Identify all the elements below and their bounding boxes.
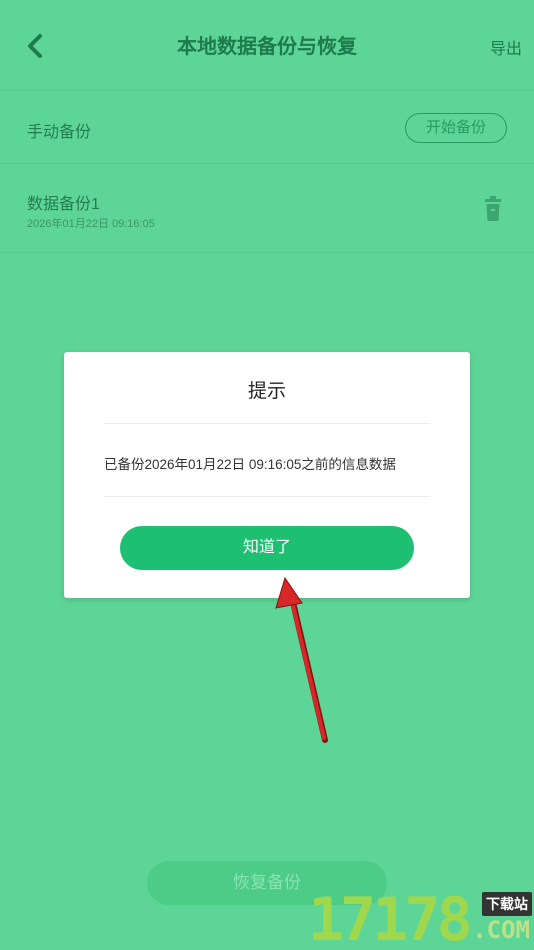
export-button[interactable]: 导出 — [490, 35, 522, 59]
dialog-confirm-button[interactable]: 知道了 — [120, 526, 414, 570]
backup-time: 2026年01月22日 09:16:05 — [27, 218, 155, 230]
divider — [104, 496, 430, 497]
dialog-title: 提示 — [247, 381, 286, 402]
list-item[interactable]: 数据备份1 2026年01月22日 09:16:05 — [0, 164, 534, 252]
watermark-suffix: .COM — [472, 916, 530, 944]
dialog-message: 已备份2026年01月22日 09:16:05之前的信息数据 — [104, 457, 396, 472]
divider — [0, 252, 534, 253]
start-backup-button[interactable]: 开始备份 — [405, 113, 507, 143]
divider — [104, 423, 430, 424]
alert-dialog: 提示 已备份2026年01月22日 09:16:05之前的信息数据 知道了 — [64, 352, 470, 598]
top-bar: 本地数据备份与恢复 导出 — [0, 0, 534, 90]
manual-backup-label: 手动备份 — [27, 124, 92, 141]
backup-name: 数据备份1 — [27, 196, 100, 213]
watermark-digits: 17178 — [308, 885, 473, 950]
watermark-tag: 下载站 — [482, 892, 532, 916]
annotation-arrow-icon — [275, 576, 328, 743]
watermark-logo: 17178 下载站 .COM — [308, 886, 534, 950]
manual-backup-row: 手动备份 开始备份 — [0, 91, 534, 163]
page-title: 本地数据备份与恢复 — [177, 36, 357, 58]
trash-icon[interactable] — [484, 196, 502, 222]
